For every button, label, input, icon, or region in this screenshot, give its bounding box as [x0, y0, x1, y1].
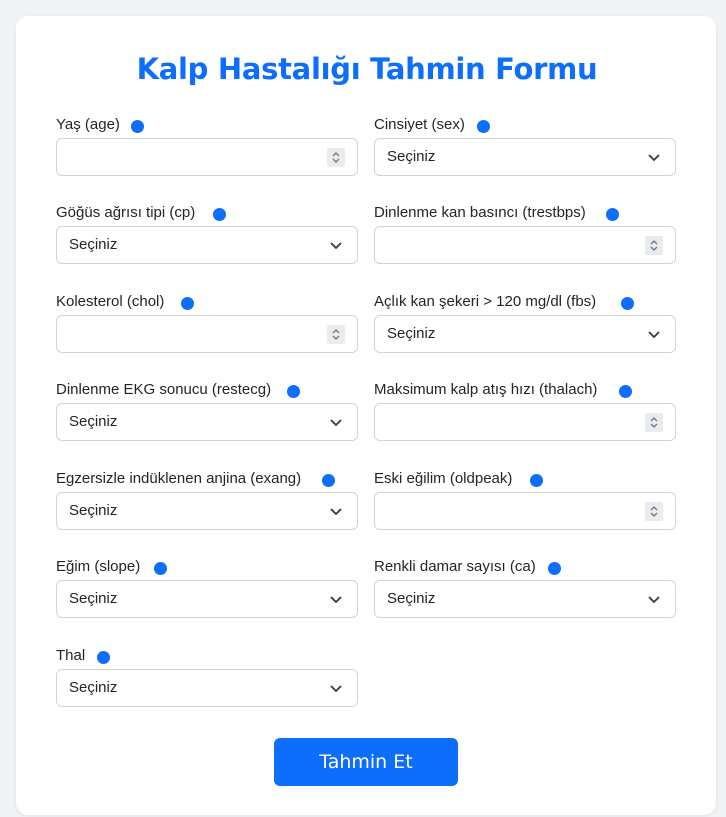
select-value: Seçiniz: [69, 413, 118, 430]
spinner-arrows-icon[interactable]: [645, 413, 663, 432]
field-label: Maksimum kalp atış hızı (thalach): [374, 381, 598, 398]
chevron-down-icon: [330, 508, 342, 516]
info-dot-icon[interactable]: [181, 297, 194, 310]
field-oldpeak: Eski eğilim (oldpeak): [374, 470, 676, 530]
oldpeak-input[interactable]: [374, 492, 676, 530]
field-cp: Göğüs ağrısı tipi (cp) Seçiniz: [56, 204, 358, 264]
field-thal: Thal Seçiniz: [56, 647, 358, 707]
select-value: Seçiniz: [69, 236, 118, 253]
field-label: Renkli damar sayısı (ca): [374, 558, 536, 575]
chevron-down-icon: [330, 242, 342, 250]
field-label: Eğim (slope): [56, 558, 141, 575]
thalach-input[interactable]: [374, 403, 676, 441]
info-dot-icon[interactable]: [548, 562, 561, 575]
field-label: Eski eğilim (oldpeak): [374, 470, 513, 487]
exang-select[interactable]: Seçiniz: [56, 492, 358, 530]
select-value: Seçiniz: [387, 590, 436, 607]
age-input[interactable]: [56, 138, 358, 176]
cp-select[interactable]: Seçiniz: [56, 226, 358, 264]
info-dot-icon[interactable]: [322, 474, 335, 487]
chevron-down-icon: [330, 419, 342, 427]
info-dot-icon[interactable]: [477, 120, 490, 133]
field-age: Yaş (age): [56, 116, 358, 176]
info-dot-icon[interactable]: [606, 208, 619, 221]
info-dot-icon[interactable]: [213, 208, 226, 221]
sex-select[interactable]: Seçiniz: [374, 138, 676, 176]
info-dot-icon[interactable]: [154, 562, 167, 575]
info-dot-icon[interactable]: [131, 120, 144, 133]
field-sex: Cinsiyet (sex) Seçiniz: [374, 116, 676, 176]
field-label: Yaş (age): [56, 116, 120, 133]
slope-select[interactable]: Seçiniz: [56, 580, 358, 618]
field-label: Açlık kan şekeri > 120 mg/dl (fbs): [374, 293, 597, 310]
field-label: Kolesterol (chol): [56, 293, 165, 310]
spinner-arrows-icon[interactable]: [327, 325, 345, 344]
chevron-down-icon: [648, 596, 660, 604]
field-label: Thal: [56, 647, 86, 664]
field-chol: Kolesterol (chol): [56, 293, 358, 353]
ca-select[interactable]: Seçiniz: [374, 580, 676, 618]
field-thalach: Maksimum kalp atış hızı (thalach): [374, 381, 676, 441]
submit-button[interactable]: Tahmin Et: [274, 738, 458, 786]
info-dot-icon[interactable]: [621, 297, 634, 310]
info-dot-icon[interactable]: [530, 474, 543, 487]
select-value: Seçiniz: [69, 590, 118, 607]
select-value: Seçiniz: [69, 679, 118, 696]
select-value: Seçiniz: [69, 502, 118, 519]
field-label: Dinlenme EKG sonucu (restecg): [56, 381, 272, 398]
chevron-down-icon: [648, 331, 660, 339]
info-dot-icon[interactable]: [619, 385, 632, 398]
info-dot-icon[interactable]: [287, 385, 300, 398]
select-value: Seçiniz: [387, 148, 436, 165]
field-exang: Egzersizle indüklenen anjina (exang) Seç…: [56, 470, 358, 530]
field-slope: Eğim (slope) Seçiniz: [56, 558, 358, 618]
field-label: Göğüs ağrısı tipi (cp): [56, 204, 196, 221]
field-label: Cinsiyet (sex): [374, 116, 465, 133]
field-label: Egzersizle indüklenen anjina (exang): [56, 470, 302, 487]
thal-select[interactable]: Seçiniz: [56, 669, 358, 707]
field-ca: Renkli damar sayısı (ca) Seçiniz: [374, 558, 676, 618]
field-restecg: Dinlenme EKG sonucu (restecg) Seçiniz: [56, 381, 358, 441]
info-dot-icon[interactable]: [97, 651, 110, 664]
spinner-arrows-icon[interactable]: [327, 148, 345, 167]
spinner-arrows-icon[interactable]: [645, 502, 663, 521]
spinner-arrows-icon[interactable]: [645, 236, 663, 255]
field-fbs: Açlık kan şekeri > 120 mg/dl (fbs) Seçin…: [374, 293, 676, 353]
chevron-down-icon: [330, 685, 342, 693]
field-trestbps: Dinlenme kan basıncı (trestbps): [374, 204, 676, 264]
chevron-down-icon: [330, 596, 342, 604]
chol-input[interactable]: [56, 315, 358, 353]
trestbps-input[interactable]: [374, 226, 676, 264]
fbs-select[interactable]: Seçiniz: [374, 315, 676, 353]
field-label: Dinlenme kan basıncı (trestbps): [374, 204, 586, 221]
restecg-select[interactable]: Seçiniz: [56, 403, 358, 441]
chevron-down-icon: [648, 154, 660, 162]
page-title: Kalp Hastalığı Tahmin Formu: [136, 52, 598, 86]
select-value: Seçiniz: [387, 325, 436, 342]
